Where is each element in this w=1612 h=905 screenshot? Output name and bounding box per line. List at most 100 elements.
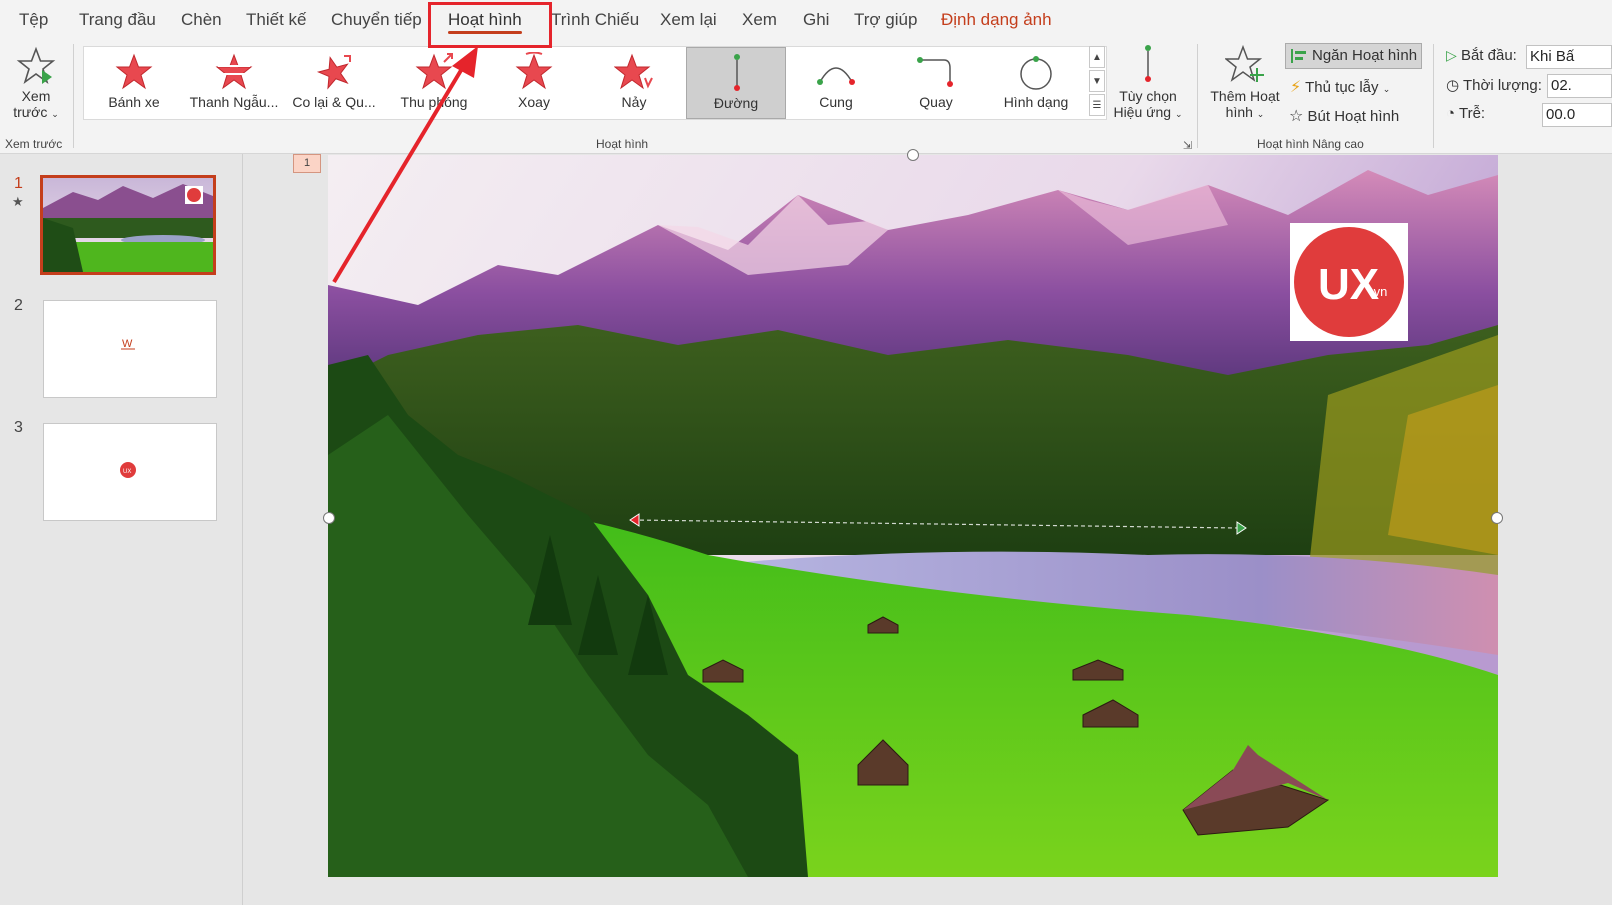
anim-turns-label: Quay [919,94,953,110]
star-bounce-icon [614,53,653,90]
tab-view[interactable]: Xem [742,0,777,40]
tab-design[interactable]: Thiết kế [246,0,306,40]
anim-shapes-label: Hình dạng [1003,94,1069,110]
effect-options-button[interactable]: Tùy chọn Hiệu ứng ⌄ [1110,44,1186,120]
slide-thumbnail-panel[interactable]: 1 ★ 2 W 3 UX [0,154,243,905]
slide-2-content-thumbnail: W [121,338,135,350]
animation-pane-icon [1291,49,1306,63]
lightning-icon: ⚡ [1290,79,1302,96]
anim-lines[interactable]: Đường [686,47,786,119]
anim-random-bars[interactable]: Thanh Ngẫu... [184,47,284,119]
star-random-bars-icon [215,53,253,90]
resize-handle-top[interactable] [907,149,919,161]
star-wheel-icon [115,53,153,90]
motion-path-line-icon [734,54,740,91]
anim-grow-turn[interactable]: Co lại & Qu... [284,47,384,119]
add-animation-label-2: hình ⌄ [1225,104,1265,120]
effect-options-line-icon [1145,45,1151,82]
preview-label-1: Xem [21,88,51,104]
slide-thumbnail-3[interactable]: UX [43,423,217,521]
group-label-animation: Hoạt hình [596,137,649,151]
gallery-scroll-down-button[interactable]: ▼ [1089,70,1105,92]
preview-button[interactable]: Xem trước ⌄ [8,46,64,120]
motion-path-shape-icon [1020,56,1052,90]
anim-wheel-label: Bánh xe [108,94,160,110]
separator [1433,44,1434,148]
delay-label: ◔ Trễ: [1446,105,1485,122]
animation-painter-icon: ☆ [1289,108,1304,125]
svg-text:UX: UX [123,469,131,475]
duration-label-text: Thời lượng: [1463,77,1542,94]
separator [1197,44,1198,148]
start-label: ▷ Bắt đầu: [1446,47,1517,64]
delay-label-text: Trễ: [1458,105,1486,122]
anim-wheel[interactable]: Bánh xe [84,47,184,119]
anim-zoom-label: Thu phóng [400,94,468,110]
star-preview-icon [16,46,56,85]
group-label-preview: Xem trước [5,137,63,151]
tab-home[interactable]: Trang đầu [79,0,156,40]
animation-gallery: Bánh xe Thanh Ngẫu... Co lại & Qu... Thu… [83,46,1107,120]
duration-input[interactable]: 02. [1547,74,1612,98]
tab-file[interactable]: Tệp [19,0,48,40]
dialog-launcher-icon[interactable]: ⇲ [1183,139,1192,152]
tab-record[interactable]: Ghi [803,0,829,40]
slide-number-1: 1 [14,175,23,192]
slide-number-3: 3 [14,419,23,436]
start-select[interactable]: Khi Bấ [1526,45,1612,69]
resize-handle-right[interactable] [1491,512,1503,524]
slide-number-2: 2 [14,297,23,314]
animation-painter-button[interactable]: ☆ Bút Hoạt hình [1289,106,1399,126]
anim-bounce[interactable]: Nảy [584,47,684,119]
tab-insert[interactable]: Chèn [181,0,222,40]
star-swivel-icon [515,52,553,90]
anim-turns[interactable]: Quay [886,47,986,119]
anim-bounce-label: Nảy [621,94,647,110]
add-animation-star-icon [1225,44,1264,82]
ux-logo-suffix: .vn [1370,284,1387,299]
add-animation-button[interactable]: Thêm Hoạt hình ⌄ [1206,44,1284,120]
anim-zoom[interactable]: Thu phóng [384,47,484,119]
anim-arcs-label: Cung [819,94,853,110]
landscape-image[interactable]: UX .vn [328,155,1498,877]
group-label-advanced: Hoạt hình Nâng cao [1257,137,1364,151]
anim-arcs[interactable]: Cung [786,47,886,119]
stop-animation-button[interactable]: Ngăn Hoạt hình [1285,43,1422,69]
stop-animation-label: Ngăn Hoạt hình [1312,47,1418,64]
delay-clock-icon: ◔ [1446,105,1456,122]
anim-grow-turn-label: Co lại & Qu... [292,94,376,110]
ribbon-tab-bar: Tệp Trang đầu Chèn Thiết kế Chuyển tiếp … [0,0,1612,40]
star-grow-turn-icon [316,55,351,90]
start-label-text: Bắt đầu: [1460,47,1517,64]
effect-options-label-2: Hiệu ứng ⌄ [1113,104,1183,120]
slide-1-landscape-thumbnail [43,178,213,272]
tab-highlight-box [428,2,552,48]
separator [73,44,74,148]
effect-options-label-1: Tùy chọn [1119,88,1177,104]
resize-handle-left[interactable] [323,512,335,524]
anim-swivel-label: Xoay [518,94,550,110]
duration-label: ◷ Thời lượng: [1446,76,1542,94]
tab-help[interactable]: Trợ giúp [854,0,917,40]
anim-swivel[interactable]: Xoay [484,47,584,119]
animation-star-icon: ★ [12,194,24,209]
slide-thumbnail-1[interactable] [40,175,216,275]
anim-random-bars-label: Thanh Ngẫu... [189,94,279,110]
tab-slideshow[interactable]: Trình Chiếu [551,0,639,40]
trigger-button[interactable]: ⚡ Thủ tục lẫy ⌄ [1290,77,1390,97]
delay-input[interactable]: 00.0 [1542,103,1612,127]
motion-path-turn-icon [917,57,953,87]
ribbon: Xem trước ⌄ Xem trước Bánh xe Thanh Ngẫu… [0,40,1612,154]
gallery-scroll-up-button[interactable]: ▲ [1089,46,1105,68]
preview-label-2: trước ⌄ [13,104,59,120]
tab-review[interactable]: Xem lại [660,0,717,40]
animation-painter-label: Bút Hoạt hình [1307,108,1400,125]
tab-transitions[interactable]: Chuyển tiếp [331,0,422,40]
animation-order-tag[interactable]: 1 [293,154,321,173]
star-zoom-icon [415,53,453,90]
slide-thumbnail-2[interactable]: W [43,300,217,398]
anim-shapes[interactable]: Hình dạng [986,47,1086,119]
slide-canvas[interactable]: UX .vn [328,155,1498,877]
gallery-more-button[interactable]: ☰ [1089,94,1105,116]
tab-picture-format[interactable]: Định dạng ảnh [941,0,1052,40]
